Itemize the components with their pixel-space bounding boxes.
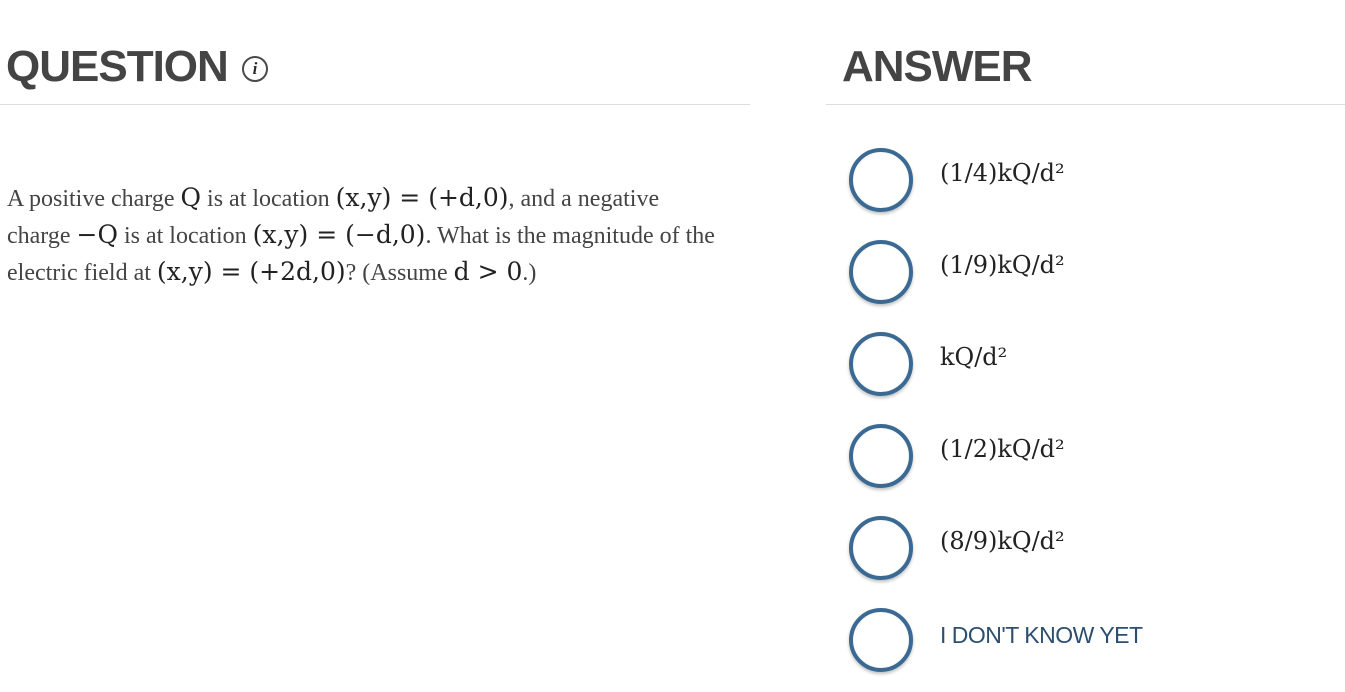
choice-label[interactable]: (1/2)kQ/d² — [940, 434, 1065, 464]
question-math: (x,y) = (+2d,0) — [156, 257, 346, 286]
radio-button[interactable] — [849, 148, 913, 212]
answer-choice[interactable]: (1/9)kQ/d² — [826, 232, 1345, 324]
choice-label[interactable]: (1/4)kQ/d² — [940, 158, 1065, 188]
question-text-part: A positive charge — [7, 186, 181, 212]
answer-choice[interactable]: (1/4)kQ/d² — [826, 140, 1345, 232]
answer-panel: ANSWER (1/4)kQ/d² (1/9)kQ/d² kQ/d² (1/2)… — [826, 0, 1345, 672]
question-panel: QUESTION i A positive charge Q is at loc… — [0, 0, 750, 286]
question-text-part: is at location — [117, 223, 253, 249]
radio-button[interactable] — [849, 332, 913, 396]
dont-know-label[interactable]: I DON'T KNOW YET — [940, 620, 1143, 650]
question-math: d > 0 — [453, 257, 523, 286]
question-header: QUESTION i — [0, 0, 750, 105]
choice-label[interactable]: kQ/d² — [940, 342, 1007, 372]
question-text-part: is at location — [201, 186, 336, 212]
question-text: A positive charge Q is at location (x,y)… — [7, 180, 727, 291]
question-math: (x,y) = (+d,0) — [335, 183, 509, 212]
choice-label[interactable]: (1/9)kQ/d² — [940, 250, 1065, 280]
info-icon[interactable]: i — [242, 56, 268, 82]
question-text-part: ? (Assume — [345, 260, 454, 286]
question-text-part: .) — [522, 260, 537, 286]
question-math: −Q — [76, 220, 118, 249]
answer-choices: (1/4)kQ/d² (1/9)kQ/d² kQ/d² (1/2)kQ/d² (… — [826, 140, 1345, 692]
question-heading: QUESTION — [6, 42, 229, 91]
choice-label[interactable]: (8/9)kQ/d² — [940, 526, 1065, 556]
answer-choice[interactable]: (1/2)kQ/d² — [826, 416, 1345, 508]
radio-button[interactable] — [849, 516, 913, 580]
question-math: (x,y) = (−d,0) — [252, 220, 426, 249]
radio-button[interactable] — [849, 240, 913, 304]
answer-choice-dont-know[interactable]: I DON'T KNOW YET — [826, 600, 1345, 692]
answer-choice[interactable]: kQ/d² — [826, 324, 1345, 416]
answer-heading: ANSWER — [842, 42, 1033, 91]
answer-choice[interactable]: (8/9)kQ/d² — [826, 508, 1345, 600]
radio-button[interactable] — [849, 608, 913, 672]
radio-button[interactable] — [849, 424, 913, 488]
answer-header: ANSWER — [826, 0, 1345, 105]
question-math: Q — [180, 183, 202, 212]
